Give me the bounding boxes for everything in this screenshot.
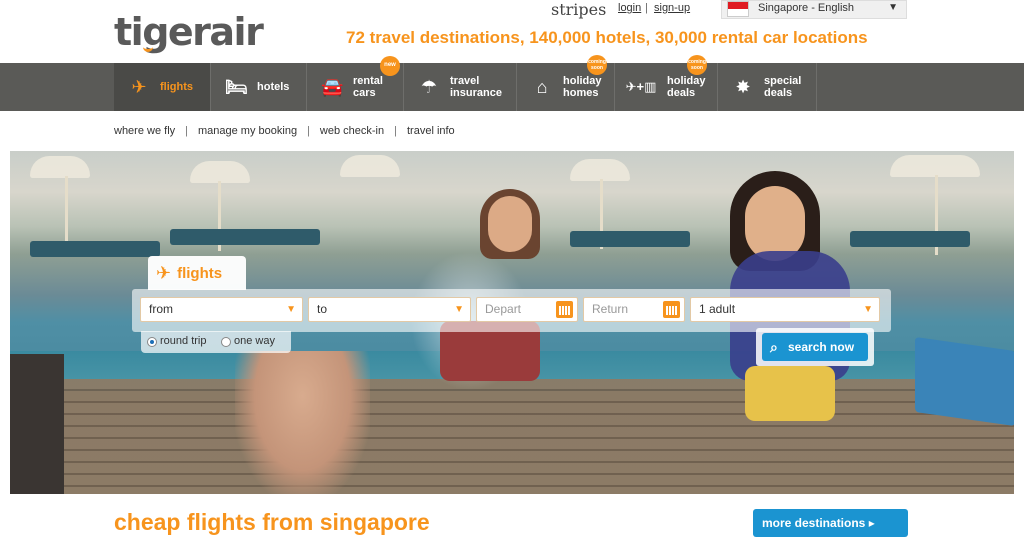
passengers-value: 1 adult <box>699 302 736 316</box>
umbrella-shape <box>190 161 250 183</box>
language-select[interactable]: Singapore - English ▼ <box>721 0 907 19</box>
umbrella-shape <box>890 155 980 177</box>
pool-float <box>915 336 1014 427</box>
site-header: tigerair stripes login | sign-up Singapo… <box>0 0 1024 63</box>
nav-item-holiday-deals[interactable]: ✈+▥ holiday deals coming soon <box>615 55 718 111</box>
nav-item-rental-cars[interactable]: 🚘 rental cars new <box>307 56 404 111</box>
coming-soon-badge: coming soon <box>687 55 707 75</box>
search-now-button[interactable]: ⌕ search now <box>762 333 868 361</box>
lounger-shape <box>570 231 690 247</box>
house-icon: ⌂ <box>536 77 548 97</box>
trip-type-group: round trip one way <box>141 331 291 353</box>
subnav-divider: | <box>307 125 310 137</box>
lounger-shape <box>170 229 320 245</box>
from-select[interactable]: from ▼ <box>140 297 303 322</box>
nav-item-flights[interactable]: ✈ flights <box>114 63 211 111</box>
more-destinations-button[interactable]: more destinations ▸ <box>753 509 908 537</box>
star-burst-icon: ✸ <box>735 77 751 97</box>
main-nav: ✈ flights 🛏 hotels 🚘 rental cars new ☂ t… <box>0 55 1024 111</box>
nav-item-hotels[interactable]: 🛏 hotels <box>211 63 307 111</box>
nav-item-label: flights <box>160 81 193 93</box>
stripes-logo[interactable]: stripes <box>551 0 606 19</box>
flights-tab[interactable]: ✈ flights <box>148 256 246 290</box>
car-icon: 🚘 <box>321 77 344 97</box>
tagline: 72 travel destinations, 140,000 hotels, … <box>346 28 868 47</box>
subnav-web-check-in[interactable]: web check-in <box>320 125 384 137</box>
return-date-field[interactable]: Return <box>583 297 685 322</box>
calendar-icon[interactable] <box>556 301 573 318</box>
nav-item-label: travel insurance <box>450 75 502 99</box>
umbrella-shape <box>340 155 400 177</box>
flight-search-form: from ▼ to ▼ Depart Return 1 adult ▼ <box>132 289 891 332</box>
nav-item-label: rental cars <box>353 75 383 99</box>
chevron-down-icon: ▼ <box>863 304 873 315</box>
nav-item-label: holiday homes <box>563 75 602 99</box>
nav-item-label: holiday deals <box>667 75 706 99</box>
section-heading: cheap flights from singapore <box>114 509 430 535</box>
tigerair-logo[interactable]: tigerair <box>114 10 264 54</box>
one-way-label[interactable]: one way <box>234 335 275 347</box>
new-badge: new <box>380 56 400 76</box>
plane-icon: ✈ <box>131 77 147 97</box>
depart-placeholder: Depart <box>485 302 522 316</box>
nav-item-label: special deals <box>764 75 802 99</box>
singapore-flag-icon <box>727 1 749 17</box>
one-way-radio[interactable] <box>221 337 231 347</box>
depart-date-field[interactable]: Depart <box>476 297 578 322</box>
subnav-travel-info[interactable]: travel info <box>407 125 455 137</box>
plane-hotel-icon: ✈+▥ <box>625 79 657 94</box>
woman-face <box>745 186 805 261</box>
umbrella-shape <box>570 159 630 181</box>
subnav-divider: | <box>394 125 397 137</box>
woman-shorts <box>745 366 835 421</box>
deck-pillar <box>10 354 64 494</box>
search-icon: ⌕ <box>770 339 778 355</box>
search-button-label: search now <box>788 340 855 354</box>
nav-item-special-deals[interactable]: ✸ special deals <box>718 63 817 111</box>
from-value: from <box>149 302 173 316</box>
header-separator: | <box>645 2 648 14</box>
lounger-shape <box>30 241 160 257</box>
calendar-icon[interactable] <box>663 301 680 318</box>
signup-link[interactable]: sign-up <box>654 2 690 14</box>
round-trip-label[interactable]: round trip <box>160 335 206 347</box>
umbrella-icon: ☂ <box>420 77 438 97</box>
bed-icon: 🛏 <box>225 77 248 97</box>
chevron-down-icon: ▼ <box>454 304 464 315</box>
login-link[interactable]: login <box>618 2 641 14</box>
round-trip-radio[interactable] <box>147 337 157 347</box>
return-placeholder: Return <box>592 302 629 316</box>
umbrella-shape <box>30 156 90 178</box>
subnav-manage-booking[interactable]: manage my booking <box>198 125 297 137</box>
wooden-deck <box>10 379 1014 494</box>
to-value: to <box>317 302 328 316</box>
language-value: Singapore - English <box>758 2 855 14</box>
sub-nav: where we fly | manage my booking | web c… <box>114 125 455 137</box>
subnav-divider: | <box>185 125 188 137</box>
flights-tab-label: flights <box>177 264 223 282</box>
chevron-down-icon: ▼ <box>888 2 898 13</box>
girl-face <box>488 196 532 252</box>
to-select[interactable]: to ▼ <box>308 297 471 322</box>
chevron-down-icon: ▼ <box>286 304 296 315</box>
feet-foreground <box>235 351 370 494</box>
subnav-where-we-fly[interactable]: where we fly <box>114 125 175 137</box>
plane-icon: ✈ <box>156 262 172 283</box>
lounger-shape <box>850 231 970 247</box>
passengers-select[interactable]: 1 adult ▼ <box>690 297 880 322</box>
coming-soon-badge: coming soon <box>587 55 607 75</box>
nav-item-holiday-homes[interactable]: ⌂ holiday homes coming soon <box>517 55 615 111</box>
nav-item-travel-insurance[interactable]: ☂ travel insurance <box>404 63 517 111</box>
nav-item-label: hotels <box>257 81 290 93</box>
